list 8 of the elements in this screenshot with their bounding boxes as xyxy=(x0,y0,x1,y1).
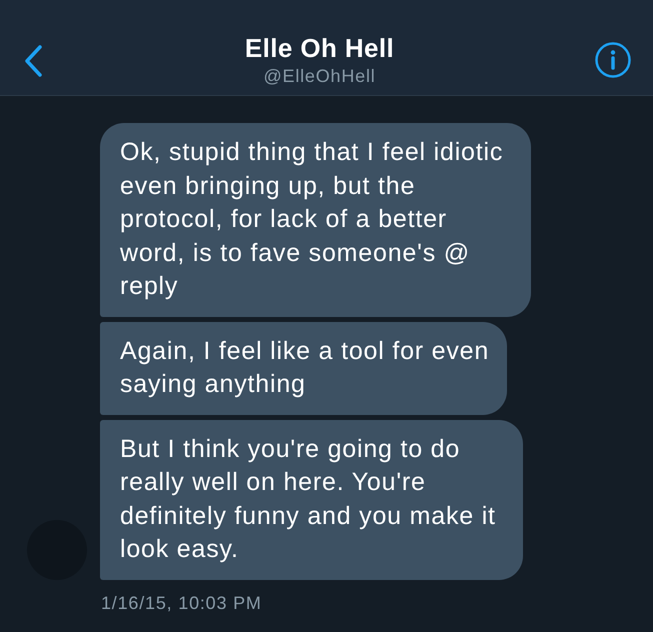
message-text: But I think you're going to do really well on here. You're definitely funny and you make it look easy. xyxy=(120,434,497,565)
contact-name: Elle Oh Hell xyxy=(244,32,394,64)
message-timestamp: 1/16/15, 10:03 PM xyxy=(101,592,262,614)
back-icon[interactable] xyxy=(22,44,44,78)
message-text: Again, I feel like a tool for even saying anything xyxy=(120,336,490,400)
message-text: Ok, stupid thing that I feel idiotic even bringing up, but the protocol, for lack of a better word, is to fave someone's @ reply xyxy=(120,137,504,302)
contact-handle: @ElleOhHell xyxy=(263,64,376,88)
info-icon[interactable] xyxy=(594,42,631,78)
